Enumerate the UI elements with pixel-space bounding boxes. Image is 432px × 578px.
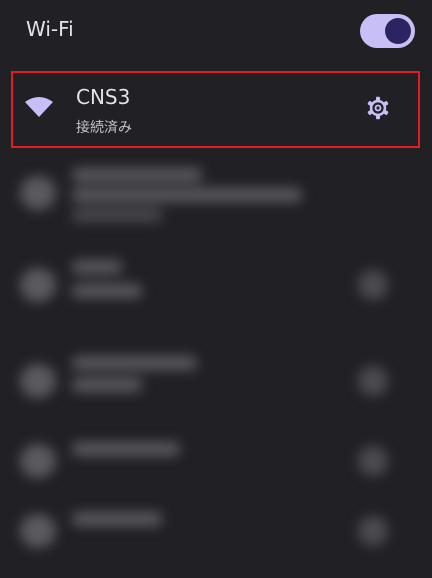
gear-icon[interactable] bbox=[358, 270, 388, 300]
network-list-item[interactable] bbox=[0, 160, 432, 240]
network-status: 接続済み bbox=[76, 120, 132, 136]
wifi-title: Wi-Fi bbox=[26, 17, 74, 41]
wifi-icon bbox=[20, 514, 56, 548]
network-name: CNS3 bbox=[76, 85, 131, 109]
wifi-icon bbox=[20, 364, 56, 398]
gear-icon[interactable] bbox=[358, 446, 388, 476]
wifi-icon bbox=[25, 97, 53, 117]
wifi-header: Wi-Fi bbox=[0, 0, 432, 64]
wifi-icon bbox=[20, 176, 56, 210]
network-list-item[interactable] bbox=[0, 252, 432, 332]
wifi-toggle[interactable] bbox=[360, 14, 415, 48]
gear-icon[interactable] bbox=[366, 96, 390, 120]
connected-network-row[interactable]: CNS3 接続済み bbox=[11, 71, 420, 148]
wifi-icon bbox=[20, 444, 56, 478]
gear-icon[interactable] bbox=[358, 366, 388, 396]
gear-icon[interactable] bbox=[358, 516, 388, 546]
wifi-icon bbox=[20, 268, 56, 302]
toggle-thumb bbox=[385, 18, 411, 44]
other-networks-list-blurred bbox=[0, 160, 432, 558]
network-list-item[interactable] bbox=[0, 428, 432, 508]
network-list-item[interactable] bbox=[0, 498, 432, 578]
network-list-item[interactable] bbox=[0, 348, 432, 428]
